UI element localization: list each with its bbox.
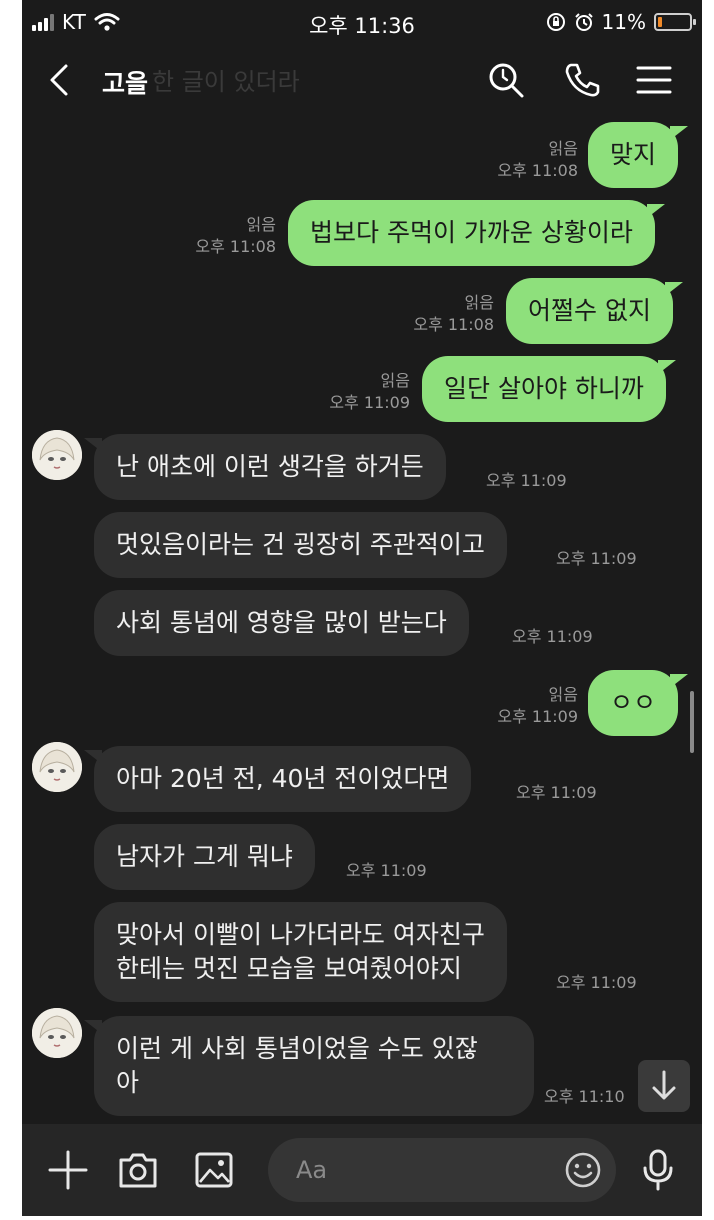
chat-header: 한 글이 있더라 고을 (22, 44, 702, 116)
outgoing-message[interactable]: 일단 살아야 하니까 (422, 356, 676, 422)
message-time: 오후 11:08 (413, 315, 494, 334)
message-meta: 읽음 오후 11:09 (492, 684, 578, 728)
back-icon[interactable] (42, 62, 76, 98)
message-line: 한테는 멋진 모습을 보여줬어야지 (116, 954, 462, 983)
emoji-icon[interactable] (564, 1151, 602, 1189)
orientation-lock-icon (546, 13, 565, 31)
message-meta: 읽음 오후 11:08 (492, 138, 578, 182)
avatar[interactable] (32, 742, 82, 792)
status-bar: KT 오후 11:36 11% (22, 0, 702, 44)
outgoing-message[interactable]: 어쩔수 없지 (506, 278, 683, 344)
message-line: 이런 게 사회 통념이었을 수도 있잖 (116, 1034, 478, 1063)
message-meta: 읽음 오후 11:08 (190, 214, 276, 258)
message-meta: 읽음 오후 11:08 (408, 292, 494, 336)
message-input[interactable]: Aa (268, 1138, 616, 1202)
scroll-to-bottom-button[interactable] (638, 1060, 690, 1112)
avatar[interactable] (32, 1008, 82, 1058)
incoming-message[interactable]: 아마 20년 전, 40년 전이었다면 (83, 746, 472, 812)
message-time: 오후 11:09 (346, 861, 427, 880)
battery-icon (654, 13, 696, 31)
message-list[interactable]: 읽음 오후 11:08 맞지 읽음 오후 11:08 법보다 주먹이 가까운 상… (22, 116, 702, 1120)
message-time: 오후 11:09 (516, 783, 597, 802)
message-time: 오후 11:09 (512, 627, 593, 646)
microphone-icon[interactable] (636, 1148, 680, 1192)
message-time: 오후 11:09 (556, 973, 637, 992)
input-bar: Aa (22, 1124, 702, 1216)
incoming-message[interactable]: 난 애초에 이런 생각을 하거든 (84, 434, 446, 500)
read-receipt: 읽음 (380, 371, 410, 390)
read-receipt: 읽음 (464, 293, 494, 312)
battery-percent: 11% (601, 10, 646, 34)
message-line: 맞아서 이빨이 나가더라도 여자친구 (116, 920, 485, 949)
input-placeholder: Aa (296, 1156, 328, 1184)
message-time: 오후 11:09 (486, 471, 567, 490)
plus-icon[interactable] (46, 1148, 90, 1192)
outgoing-message[interactable]: 맞지 (588, 122, 689, 188)
phone-icon[interactable] (562, 60, 602, 100)
message-time: 오후 11:09 (329, 393, 410, 412)
message-time: 오후 11:08 (497, 161, 578, 180)
read-receipt: 읽음 (246, 215, 276, 234)
chat-title: 고을 (102, 69, 149, 98)
image-icon[interactable] (192, 1148, 236, 1192)
message-meta: 읽음 오후 11:09 (324, 370, 410, 414)
arrow-down-icon (652, 1070, 676, 1100)
avatar[interactable] (32, 430, 82, 480)
read-receipt: 읽음 (548, 685, 578, 704)
incoming-message[interactable]: 맞아서 이빨이 나가더라도 여자친구 한테는 멋진 모습을 보여줬어야지 (94, 902, 507, 1002)
scrollbar[interactable] (690, 691, 694, 753)
outgoing-message[interactable]: 법보다 주먹이 가까운 상황이라 (288, 200, 665, 266)
incoming-message[interactable]: 남자가 그게 뭐냐 (94, 824, 315, 890)
ghost-text: 한 글이 있더라 (152, 68, 300, 96)
search-icon[interactable] (486, 60, 526, 100)
message-time: 오후 11:09 (497, 707, 578, 726)
incoming-message[interactable]: 이런 게 사회 통념이었을 수도 있잖 아 (84, 1016, 534, 1116)
read-receipt: 읽음 (548, 139, 578, 158)
incoming-message[interactable]: 멋있음이라는 건 굉장히 주관적이고 (94, 512, 507, 578)
outgoing-message[interactable]: ㅇㅇ (588, 670, 689, 736)
alarm-icon (574, 13, 593, 31)
camera-icon[interactable] (116, 1148, 160, 1192)
message-time: 오후 11:09 (556, 549, 637, 568)
menu-icon[interactable] (634, 60, 674, 100)
message-line: 아 (116, 1068, 140, 1097)
message-time: 오후 11:08 (195, 237, 276, 256)
message-time: 오후 11:10 (544, 1087, 625, 1106)
incoming-message[interactable]: 사회 통념에 영향을 많이 받는다 (94, 590, 469, 656)
chat-screen: KT 오후 11:36 11% 한 글이 있더라 고을 읽음 오후 11:08 … (22, 0, 702, 1216)
